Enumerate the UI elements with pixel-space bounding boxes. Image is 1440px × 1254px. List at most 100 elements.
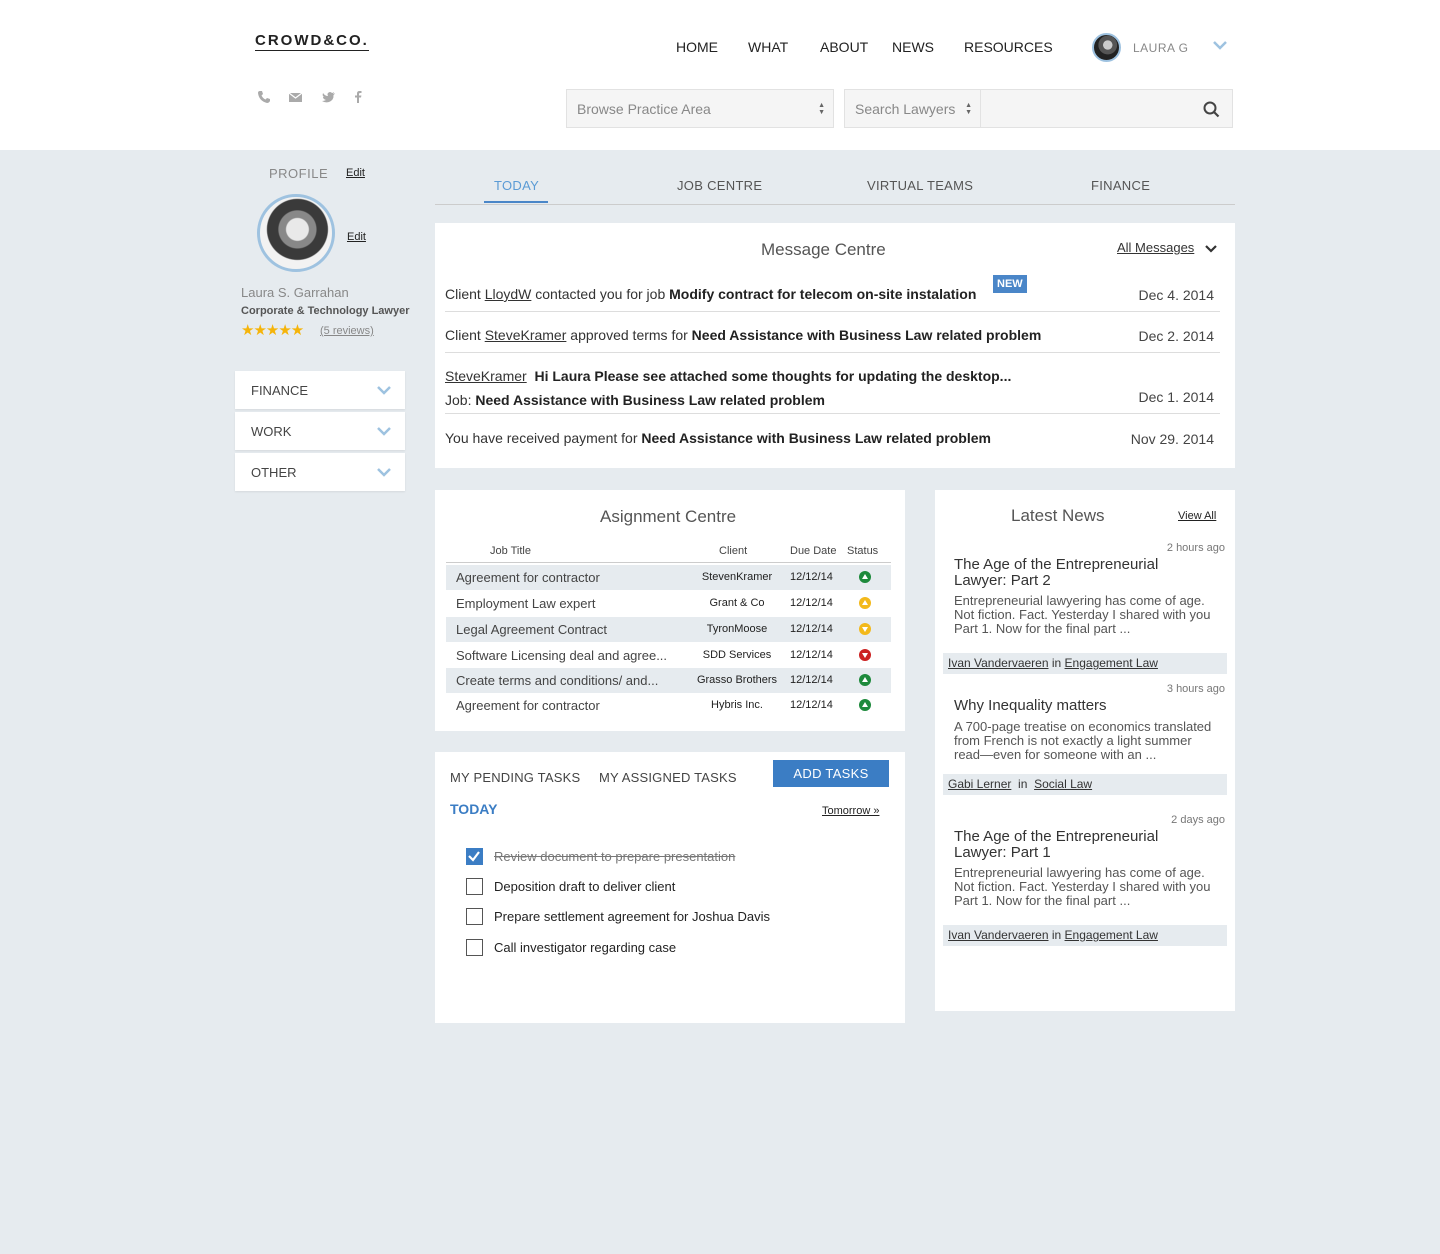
due-date-cell: 12/12/14 — [790, 699, 833, 711]
message-row[interactable]: Client LloydW contacted you for job Modi… — [445, 286, 1220, 302]
nav-about[interactable]: ABOUT — [820, 39, 868, 55]
job-title-cell: Employment Law expert — [456, 596, 596, 611]
avatar[interactable] — [1092, 33, 1121, 62]
job-title-cell: Agreement for contractor — [456, 698, 600, 713]
tab-virtual-teams[interactable]: VIRTUAL TEAMS — [867, 178, 973, 193]
table-row[interactable]: Agreement for contractor Hybris Inc. 12/… — [446, 693, 891, 718]
lawyers-placeholder: Search Lawyers — [855, 101, 956, 117]
facebook-icon[interactable] — [353, 90, 363, 104]
status-up-icon — [859, 571, 871, 583]
table-row[interactable]: Software Licensing deal and agree... SDD… — [446, 643, 891, 668]
assignment-centre-title: Asignment Centre — [600, 507, 737, 526]
message-row[interactable]: You have received payment for Need Assis… — [445, 430, 1220, 446]
mail-icon[interactable] — [288, 90, 303, 104]
category-link[interactable]: Social Law — [1034, 777, 1092, 791]
due-date-cell: 12/12/14 — [790, 597, 833, 609]
add-tasks-button[interactable]: ADD TASKS — [773, 760, 889, 787]
message-text: Client — [445, 327, 485, 343]
tab-today[interactable]: TODAY — [494, 178, 539, 193]
due-date-cell: 12/12/14 — [790, 649, 833, 661]
news-meta: Ivan Vandervaeren in Engagement Law — [943, 925, 1227, 946]
side-menu-finance[interactable]: FINANCE — [235, 371, 405, 409]
nav-home[interactable]: HOME — [676, 39, 718, 55]
news-title[interactable]: The Age of the Entrepreneurial Lawyer: P… — [954, 829, 1209, 861]
side-menu-other[interactable]: OTHER — [235, 453, 405, 491]
column-header-client[interactable]: Client — [719, 545, 747, 557]
all-messages-link[interactable]: All Messages — [1117, 240, 1194, 255]
news-title[interactable]: The Age of the Entrepreneurial Lawyer: P… — [954, 557, 1209, 589]
nav-resources[interactable]: RESOURCES — [964, 39, 1053, 55]
job-title: Modify contract for telecom on-site inst… — [669, 286, 977, 302]
news-time: 3 hours ago — [1166, 683, 1225, 695]
task-checkbox[interactable] — [466, 939, 483, 956]
author-link[interactable]: Ivan Vandervaeren — [948, 928, 1049, 942]
view-all-link[interactable]: View All — [1178, 510, 1216, 522]
in-word: in — [1051, 656, 1062, 670]
task-checkbox[interactable] — [466, 848, 483, 865]
today-label: TODAY — [450, 801, 498, 817]
tabs-divider — [435, 204, 1235, 205]
tab-finance[interactable]: FINANCE — [1091, 178, 1150, 193]
phone-icon[interactable] — [257, 90, 271, 104]
lawyers-select[interactable]: Search Lawyers ▲ ▼ — [844, 89, 981, 128]
search-input[interactable] — [981, 89, 1233, 128]
news-excerpt: Entrepreneurial lawyering has come of ag… — [954, 593, 1211, 636]
column-header-status[interactable]: Status — [847, 545, 878, 557]
profile-name: Laura S. Garrahan — [241, 285, 349, 300]
site-header: CROWD&CO. HOME WHAT ABOUT NEWS RESOURCES… — [0, 0, 1440, 150]
new-badge: NEW — [993, 275, 1027, 293]
news-title[interactable]: Why Inequality matters — [954, 698, 1209, 714]
news-meta: Ivan Vandervaeren in Engagement Law — [943, 653, 1227, 674]
category-link[interactable]: Engagement Law — [1065, 656, 1158, 670]
message-text: approved terms for — [566, 327, 692, 343]
message-row[interactable]: Client SteveKramer approved terms for Ne… — [445, 327, 1220, 343]
in-word: in — [1018, 777, 1028, 791]
practice-area-select[interactable]: Browse Practice Area ▲ ▼ — [566, 89, 834, 128]
side-menu-work[interactable]: WORK — [235, 412, 405, 450]
category-link[interactable]: Engagement Law — [1065, 928, 1158, 942]
author-link[interactable]: Gabi Lerner — [948, 777, 1011, 791]
edit-profile-link[interactable]: Edit — [346, 167, 365, 179]
message-preview: Hi Laura Please see attached some though… — [534, 368, 1012, 384]
column-header-due-date[interactable]: Due Date — [790, 545, 836, 557]
table-row[interactable]: Create terms and conditions/ and... Gras… — [446, 668, 891, 693]
message-text: Client — [445, 286, 485, 302]
reviews-link[interactable]: (5 reviews) — [320, 325, 374, 337]
job-title-cell: Legal Agreement Contract — [456, 622, 608, 637]
twitter-icon[interactable] — [321, 90, 336, 104]
logo[interactable]: CROWD&CO. — [255, 32, 369, 51]
due-date-cell: 12/12/14 — [790, 623, 833, 635]
chevron-down-icon[interactable] — [1212, 40, 1228, 50]
side-menu-label: WORK — [251, 424, 292, 439]
chevron-down-icon — [377, 427, 391, 436]
client-link[interactable]: SteveKramer — [445, 368, 527, 384]
client-link[interactable]: LloydW — [485, 286, 532, 302]
status-up-icon — [859, 699, 871, 711]
nav-news[interactable]: NEWS — [892, 39, 934, 55]
author-link[interactable]: Ivan Vandervaeren — [948, 656, 1049, 670]
search-icon[interactable] — [1203, 101, 1220, 118]
user-name[interactable]: LAURA G — [1133, 41, 1189, 55]
chevron-down-icon — [377, 468, 391, 477]
table-row[interactable]: Agreement for contractor StevenKramer 12… — [446, 565, 891, 590]
tab-my-assigned-tasks[interactable]: MY ASSIGNED TASKS — [599, 770, 737, 785]
client-cell: Grant & Co — [709, 597, 765, 609]
message-centre-panel: Message Centre All Messages Client Lloyd… — [435, 223, 1235, 468]
table-row[interactable]: Legal Agreement Contract TyronMoose 12/1… — [446, 617, 891, 642]
task-checkbox[interactable] — [466, 908, 483, 925]
tab-job-centre[interactable]: JOB CENTRE — [677, 178, 762, 193]
nav-what[interactable]: WHAT — [748, 39, 788, 55]
news-excerpt: A 700-page treatise on economics transla… — [954, 719, 1212, 762]
task-checkbox[interactable] — [466, 878, 483, 895]
chevron-down-icon[interactable] — [1205, 245, 1217, 254]
message-row[interactable]: SteveKramer Hi Laura Please see attached… — [445, 368, 1220, 384]
tomorrow-link[interactable]: Tomorrow » — [822, 805, 879, 817]
client-cell: TyronMoose — [706, 623, 768, 635]
tab-my-pending-tasks[interactable]: MY PENDING TASKS — [450, 770, 580, 785]
checkmark-icon — [468, 851, 480, 862]
table-row[interactable]: Employment Law expert Grant & Co 12/12/1… — [446, 591, 891, 616]
side-menu-label: FINANCE — [251, 383, 309, 398]
client-link[interactable]: SteveKramer — [485, 327, 567, 343]
edit-photo-link[interactable]: Edit — [347, 231, 366, 243]
column-header-job-title[interactable]: Job Title — [490, 545, 531, 557]
